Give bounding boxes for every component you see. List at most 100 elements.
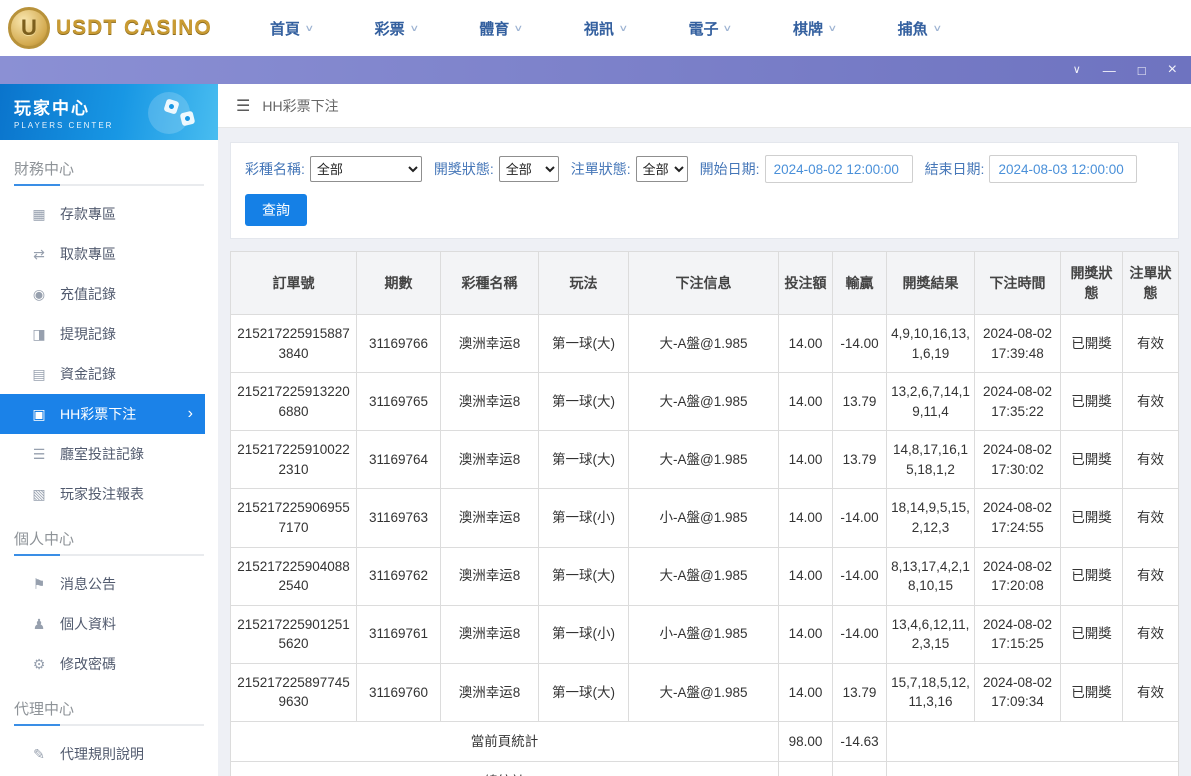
cell-draw-status: 已開獎 <box>1060 546 1123 606</box>
content-area: 彩種名稱: 全部 開獎狀態: 全部 注單狀態: 全部 開始日期: 2024-08… <box>218 128 1191 776</box>
sidebar-item[interactable]: ⚑ 消息公告 <box>0 564 205 604</box>
sidebar-item[interactable]: ▣ HH彩票下注 › <box>0 394 205 434</box>
lottery-select[interactable]: 全部 <box>309 156 422 182</box>
topnav-item[interactable]: 電子 ∨ <box>688 18 733 39</box>
cell-bet-time: 2024-08-02 17:09:34 <box>974 662 1061 722</box>
cell-bet-amount: 14.00 <box>778 430 833 490</box>
cell-lottery-name: 澳洲幸运8 <box>440 546 539 606</box>
topnav-item[interactable]: 棋牌 ∨ <box>793 18 837 39</box>
cell-win-loss: 13.79 <box>832 662 887 722</box>
sidebar-item[interactable]: ✎ 代理規則說明 <box>0 734 205 774</box>
topnav-item[interactable]: 視訊 ∨ <box>584 18 628 39</box>
cell-bet-time: 2024-08-02 17:15:25 <box>974 604 1061 664</box>
cell-period: 31169762 <box>356 546 441 606</box>
cell-bet-info: 大-A盤@1.985 <box>628 372 779 432</box>
sidebar-item[interactable]: ◨ 提現記錄 <box>0 314 205 354</box>
sidebar-item-label: 個人資料 <box>60 616 116 632</box>
cell-draw-status: 已開獎 <box>1060 313 1123 374</box>
topnav-item[interactable]: 首頁 ∨ <box>270 18 314 39</box>
minimize-icon[interactable]: — <box>1103 64 1116 77</box>
sidebar-item-label: 資金記錄 <box>60 366 116 382</box>
cell-draw-result: 14,8,17,16,15,18,1,2 <box>886 430 975 490</box>
column-header: 訂單號 <box>230 251 357 315</box>
cell-order-no: 2152172259040882540 <box>230 546 357 606</box>
cell-period: 31169765 <box>356 372 441 432</box>
start-date-input[interactable] <box>764 155 913 183</box>
cell-lottery-name: 澳洲幸运8 <box>440 488 539 548</box>
chevron-down-icon: ∨ <box>722 22 733 33</box>
sidebar-item[interactable]: ♟ 個人資料 <box>0 604 205 644</box>
sidebar-item[interactable]: ▤ 資金記錄 <box>0 354 205 394</box>
cell-draw-result: 15,7,18,5,12,11,3,16 <box>886 662 975 722</box>
search-button[interactable]: 查詢 <box>245 194 307 226</box>
sidebar-item-icon: ◨ <box>32 325 46 342</box>
bets-table-card: 訂單號 期數 彩種名稱 玩法 下注信息 投注額 輸贏 開獎結果 下注時間 開獎狀… <box>230 251 1179 776</box>
cell-lottery-name: 澳洲幸运8 <box>440 604 539 664</box>
column-header: 彩種名稱 <box>440 251 539 315</box>
cell-order-status: 有效 <box>1122 662 1179 722</box>
sidebar-item-icon: ☰ <box>32 445 46 462</box>
cell-lottery-name: 澳洲幸运8 <box>440 313 539 374</box>
column-header: 期數 <box>356 251 441 315</box>
maximize-icon[interactable]: □ <box>1138 64 1146 77</box>
sidebar-item-label: 取款專區 <box>60 246 116 262</box>
cell-order-no: 2152172259100222310 <box>230 430 357 490</box>
draw-status-select[interactable]: 全部 <box>498 156 559 182</box>
hamburger-menu-icon[interactable]: ☰ <box>236 96 250 116</box>
top-navigation: 首頁 ∨ 彩票 ∨ 體育 ∨ 視訊 ∨ 電子 ∨ 棋牌 ∨ 捕魚 ∨ <box>270 18 942 39</box>
chevron-down-icon: ∨ <box>408 22 419 33</box>
sidebar-item-label: 充值記錄 <box>60 286 116 302</box>
table-row: 2152172259100222310 31169764 澳洲幸运8 第一球(大… <box>230 430 1179 490</box>
sidebar-item-icon: ▤ <box>32 365 46 382</box>
column-header: 注單狀態 <box>1122 251 1179 315</box>
filter-panel: 彩種名稱: 全部 開獎狀態: 全部 注單狀態: 全部 開始日期: 2024-08… <box>230 142 1179 239</box>
cell-bet-amount: 14.00 <box>778 488 833 548</box>
cell-win-loss: -14.00 <box>832 604 887 664</box>
table-row: 2152172259158873840 31169766 澳洲幸运8 第一球(大… <box>230 313 1179 374</box>
cell-period: 31169763 <box>356 488 441 548</box>
sidebar-item-label: 消息公告 <box>60 576 116 592</box>
sidebar-item-icon: ⚑ <box>32 575 46 592</box>
sidebar-item-label: 玩家投注報表 <box>60 486 144 502</box>
cell-order-no: 2152172259012515620 <box>230 604 357 664</box>
cell-period: 31169766 <box>356 313 441 374</box>
chevron-down-icon: ∨ <box>513 22 524 33</box>
table-row: 2152172259132206880 31169765 澳洲幸运8 第一球(大… <box>230 372 1179 432</box>
breadcrumb: ☰ HH彩票下注 <box>218 84 1191 128</box>
topnav-item[interactable]: 體育 ∨ <box>479 18 524 39</box>
column-header: 開獎狀態 <box>1060 251 1123 315</box>
sidebar-item[interactable]: ⚙ 修改密碼 <box>0 644 205 684</box>
sidebar-item-icon: ▦ <box>32 205 46 222</box>
sidebar-item[interactable]: ◉ 充值記錄 <box>0 274 205 314</box>
sidebar-item[interactable]: ▦ 存款專區 <box>0 194 205 234</box>
start-date-label: 開始日期: <box>699 161 760 177</box>
cell-order-no: 2152172259158873840 <box>230 313 357 374</box>
casino-logo-icon: U <box>8 7 50 49</box>
players-center-header: 玩家中心 PLAYERS CENTER <box>0 84 218 140</box>
sidebar-item[interactable]: ▧ 玩家投注報表 <box>0 474 205 514</box>
cell-draw-result: 4,9,10,16,13,1,6,19 <box>886 313 975 374</box>
order-status-select[interactable]: 全部 <box>635 156 688 182</box>
cell-draw-result: 8,13,17,4,2,18,10,15 <box>886 546 975 606</box>
table-row: 2152172259069557170 31169763 澳洲幸运8 第一球(小… <box>230 488 1179 548</box>
cell-period: 31169760 <box>356 662 441 722</box>
end-date-input[interactable] <box>989 155 1138 183</box>
summary-empty-cell <box>886 761 1179 776</box>
sidebar-item[interactable]: ⇄ 取款專區 <box>0 234 205 274</box>
cell-draw-status: 已開獎 <box>1060 430 1123 490</box>
close-icon[interactable]: × <box>1168 62 1177 78</box>
finance-menu-group: ▦ 存款專區 ⇄ 取款專區 ◉ 充值記錄 ◨ 提現記錄 ▤ 資金記錄 ▣ HH彩… <box>0 194 218 514</box>
order-status-filter-label: 注單狀態: <box>570 161 631 177</box>
main-area: ☰ HH彩票下注 彩種名稱: 全部 開獎狀態: 全部 注單狀態: 全部 開始日期… <box>218 84 1191 776</box>
cell-order-status: 有效 <box>1122 488 1179 548</box>
summary-row: 當前頁統計 98.00 -14.63 <box>230 720 1179 763</box>
topnav-item[interactable]: 捕魚 ∨ <box>898 18 942 39</box>
cell-play-type: 第一球(大) <box>538 372 629 432</box>
cell-lottery-name: 澳洲幸运8 <box>440 372 539 432</box>
cell-play-type: 第一球(小) <box>538 604 629 664</box>
sidebar-item[interactable]: ☰ 廳室投註記錄 <box>0 434 205 474</box>
topnav-item[interactable]: 彩票 ∨ <box>375 18 419 39</box>
topnav-item-label: 首頁 <box>270 20 301 38</box>
collapse-icon[interactable]: ∨ <box>1073 64 1081 76</box>
cell-win-loss: 13.79 <box>832 372 887 432</box>
